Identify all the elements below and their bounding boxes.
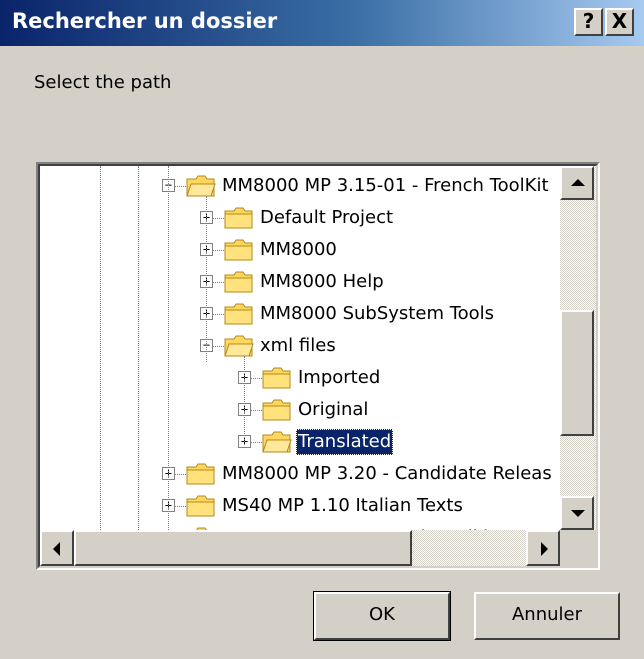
cancel-button[interactable]: Annuler [474,592,620,640]
folder-tree-frame: − MM8000 MP 3.15-01 - French ToolKit + Defa… [36,162,600,570]
tree-item[interactable]: + Imported [40,362,560,394]
tree-connector-line [250,410,262,411]
tree-connector-line [250,442,262,443]
tree-item-label[interactable]: MS40 MP 1.10 Italian Texts [220,493,465,519]
vertical-scroll-thumb[interactable] [560,310,594,436]
folder-tree[interactable]: − MM8000 MP 3.15-01 - French ToolKit + Defa… [38,164,598,568]
window-title: Rechercher un dossier [12,9,278,33]
tree-item[interactable]: +MT8001 MP3.15 French Toolkit [40,522,560,530]
tree-connector-line [212,250,224,251]
arrow-right-icon [541,542,548,556]
tree-item[interactable]: + MM8000 Help [40,266,560,298]
tree-item[interactable]: + Default Project [40,202,560,234]
tree-connector-line [174,186,186,187]
tree-connector-line [174,474,186,475]
scrollbar-corner [560,530,596,566]
arrow-down-icon [571,510,585,517]
folder-icon [262,399,292,421]
tree-item[interactable]: + MM8000 MP 3.20 - Candidate Releas [40,458,560,490]
title-bar[interactable]: Rechercher un dossier ? X [0,0,644,46]
tree-item-label[interactable]: Original [296,397,370,423]
tree-item[interactable]: + Translated [40,426,560,458]
dialog-prompt: Select the path [34,72,172,93]
tree-connector-line [212,282,224,283]
tree-item-label[interactable]: MM8000 MP 3.20 - Candidate Releas [220,461,554,487]
vertical-scrollbar[interactable] [560,166,596,530]
tree-connector-line [212,346,224,347]
tree-item-label[interactable]: Translated [296,429,394,455]
arrow-left-icon [53,542,60,556]
tree-item-label[interactable]: Default Project [258,205,395,231]
tree-item[interactable]: + Original [40,394,560,426]
tree-guide-line [206,196,207,362]
folder-icon [224,271,254,293]
tree-item-label[interactable]: MM8000 Help [258,269,386,295]
folder-icon [224,335,254,357]
horizontal-scroll-thumb[interactable] [74,530,412,566]
tree-item[interactable]: − MM8000 MP 3.15-01 - French ToolKit [40,170,560,202]
scroll-left-button[interactable] [40,530,74,566]
tree-item[interactable]: + MS40 MP 1.10 Italian Texts [40,490,560,522]
folder-icon [186,495,216,517]
tree-connector-line [250,378,262,379]
help-button[interactable]: ? [574,8,603,36]
tree-item-label[interactable]: Imported [296,365,382,391]
folder-icon [262,367,292,389]
tree-item-label[interactable]: MM8000 SubSystem Tools [258,301,496,327]
scroll-down-button[interactable] [560,496,594,530]
arrow-up-icon [571,179,585,186]
folder-icon [224,303,254,325]
folder-icon [224,239,254,261]
scroll-up-button[interactable] [560,166,594,200]
folder-icon [262,431,292,453]
tree-item-label[interactable]: MM8000 MP 3.15-01 - French ToolKit [220,173,551,199]
tree-connector-line [212,314,224,315]
tree-item-label[interactable]: xml files [258,333,338,359]
tree-item[interactable]: − xml files [40,330,560,362]
folder-icon [224,207,254,229]
folder-icon [186,463,216,485]
close-button[interactable]: X [605,8,634,36]
tree-connector-line [174,506,186,507]
scroll-right-button[interactable] [526,530,560,566]
horizontal-scrollbar[interactable] [40,530,560,566]
tree-connector-line [212,218,224,219]
browse-folder-dialog: Rechercher un dossier ? X Select the pat… [0,0,644,659]
tree-item[interactable]: + MM8000 [40,234,560,266]
tree-guide-line [244,356,245,442]
tree-item[interactable]: + MM8000 SubSystem Tools [40,298,560,330]
folder-icon [186,175,216,197]
tree-guide-line [168,166,169,530]
ok-button[interactable]: OK [313,591,451,641]
tree-item-label[interactable]: MM8000 [258,237,339,263]
tree-view-area[interactable]: − MM8000 MP 3.15-01 - French ToolKit + Defa… [40,166,560,530]
